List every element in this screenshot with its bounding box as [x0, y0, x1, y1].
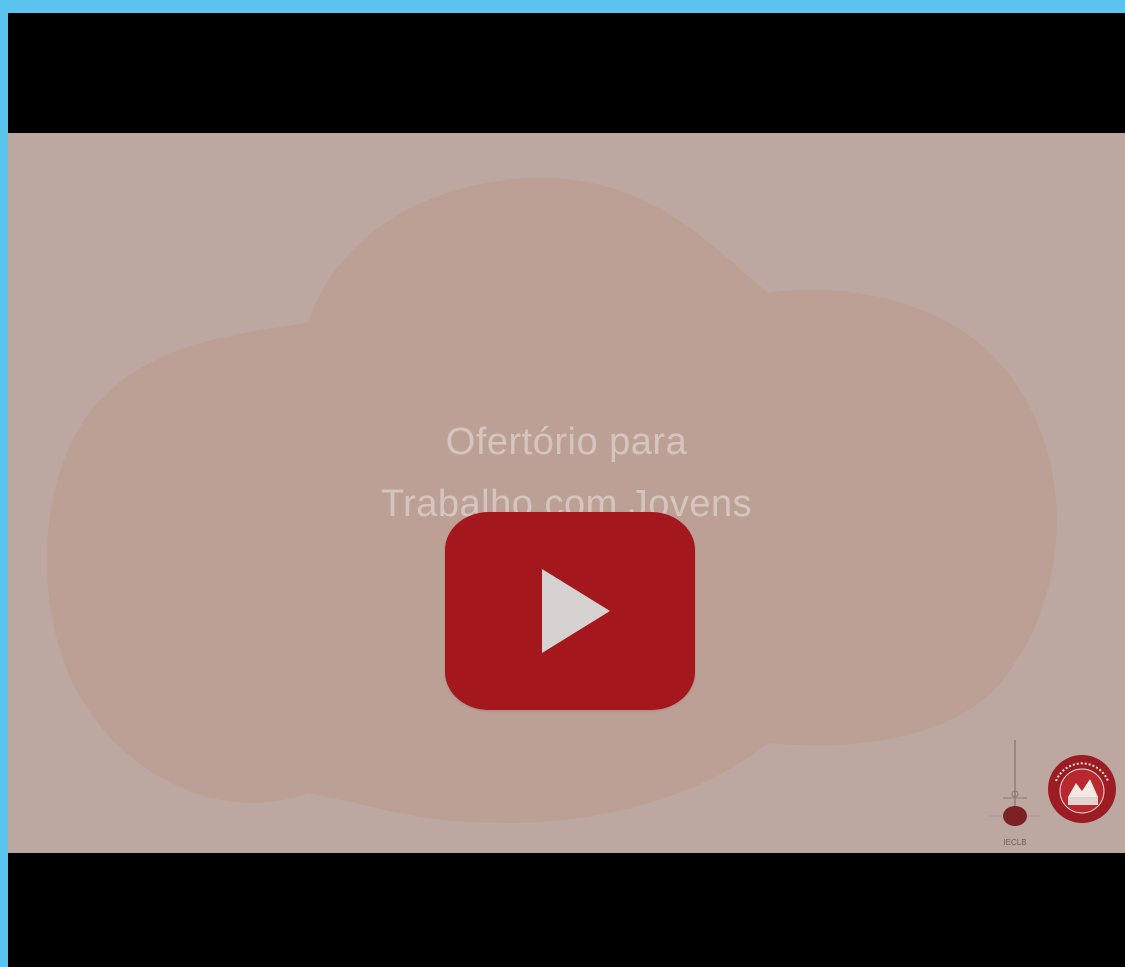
- page-frame: Ofertório para Trabalho com Jovens Juven…: [0, 0, 1125, 967]
- ieclb-label: IECLB: [1003, 838, 1027, 847]
- juventude-evangelica-seal-icon: [1046, 753, 1118, 825]
- ieclb-cross-icon: [989, 740, 1041, 826]
- play-icon: [542, 569, 610, 653]
- ieclb-logo: IECLB: [983, 738, 1047, 848]
- video-title-line1: Ofertório para: [445, 421, 688, 463]
- play-button[interactable]: [445, 512, 695, 710]
- video-player[interactable]: Ofertório para Trabalho com Jovens Juven…: [8, 13, 1125, 967]
- video-thumbnail[interactable]: Ofertório para Trabalho com Jovens Juven…: [8, 133, 1125, 853]
